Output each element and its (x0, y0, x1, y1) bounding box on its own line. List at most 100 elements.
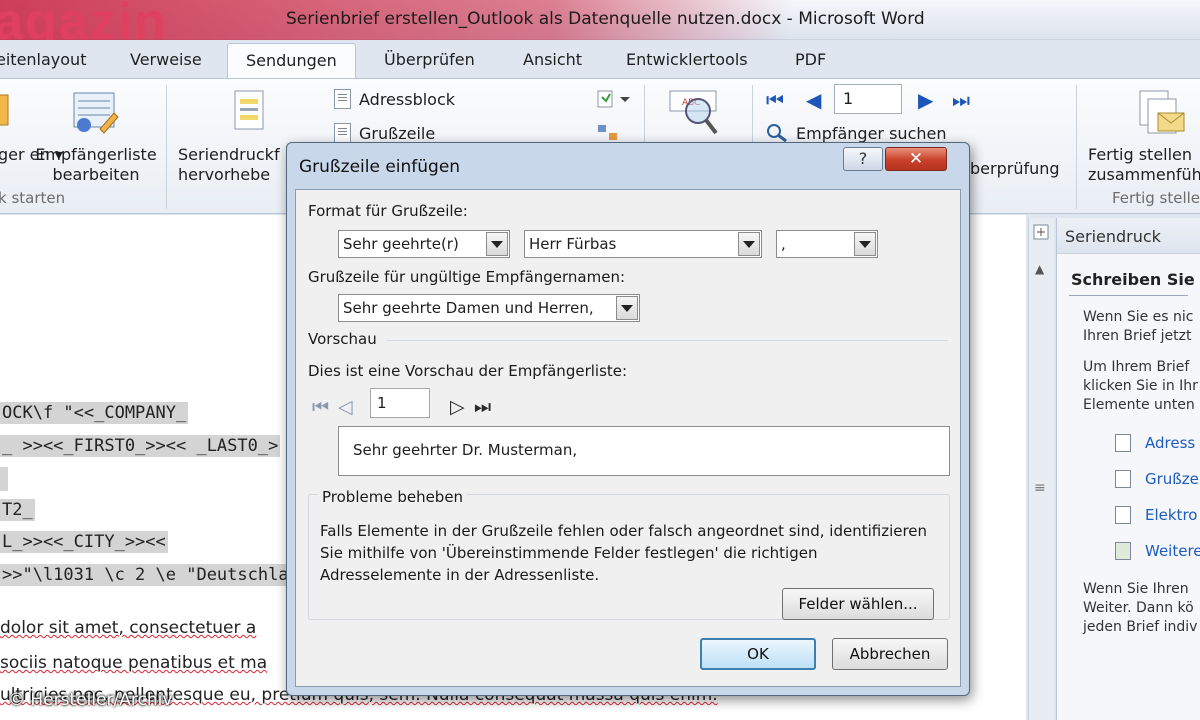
match-fields-button[interactable]: Felder wählen... (782, 588, 934, 620)
tab-entwicklertools[interactable]: Entwicklertools (626, 50, 748, 69)
finish-merge-icon (1139, 90, 1185, 134)
help-button[interactable]: ? (843, 147, 883, 171)
highlight-fields-icon (234, 90, 264, 130)
troubleshooting-heading: Probleme beheben (318, 488, 468, 506)
close-button[interactable]: ✕ (885, 147, 947, 171)
greeting-line-button[interactable]: Grußzeile (334, 123, 435, 143)
first-preview-icon[interactable]: ⏮ (312, 396, 329, 418)
chevron-down-icon[interactable] (616, 296, 638, 320)
name-format-value: Herr Fürbas (529, 235, 617, 253)
first-record-button[interactable]: ⏮ (766, 88, 784, 112)
record-number-input[interactable]: 1 (834, 84, 902, 114)
scroll-up-icon[interactable]: ▲ (1035, 262, 1044, 276)
task-pane-subtitle: Schreiben Sie I (1071, 270, 1200, 289)
task-pane-text: Wenn Sie Ihren (1083, 581, 1189, 597)
preview-results-icon[interactable]: ABC (668, 87, 724, 139)
electronic-postage-icon (1115, 506, 1131, 524)
task-pane-text: Ihren Brief jetzt (1083, 328, 1192, 344)
last-record-button[interactable]: ⏭ (952, 88, 970, 112)
invalid-names-value: Sehr geehrte Damen und Herren, (343, 299, 594, 317)
find-recipient-label: Empfänger suchen (796, 123, 947, 143)
next-record-button[interactable]: ▶ (918, 88, 933, 112)
task-pane-text: jeden Brief indiv (1083, 619, 1198, 635)
salutation-select[interactable]: Sehr geehrte(r) (338, 230, 510, 258)
preview-label: Dies ist eine Vorschau der Empfängerlist… (308, 362, 628, 380)
troubleshooting-text: Falls Elemente in der Grußzeile fehlen o… (320, 522, 928, 584)
insert-greeting-line-dialog: Grußzeile einfügen ? ✕ Format für Grußze… (286, 142, 970, 696)
ok-button[interactable]: OK (700, 638, 816, 670)
tab-ansicht[interactable]: Ansicht (523, 50, 582, 69)
tab-seitenlayout[interactable]: eitenlayout (0, 50, 86, 69)
merge-field-line[interactable]: >>"\l1031 \c 2 \e "Deutschlan (0, 564, 301, 586)
scroll-grip-icon[interactable]: ≡ (1034, 480, 1046, 496)
match-fields-icon[interactable] (596, 123, 620, 143)
task-link-more-items[interactable]: Weitere (1145, 542, 1200, 560)
address-block-icon (334, 89, 351, 109)
group-label-start: k starten (0, 189, 66, 207)
merge-field-line[interactable]: _ >><<_FIRST0_>><< _LAST0_> (0, 435, 281, 457)
previous-preview-icon[interactable]: ◁ (338, 396, 353, 418)
merge-field-line[interactable]: T2_ (0, 499, 35, 521)
edit-recipient-list-button[interactable]: Empfängerliste bearbeiten (34, 145, 158, 185)
tab-ueberpruefen[interactable]: Überprüfen (384, 50, 475, 69)
ribbon-tabs: eitenlayout Verweise Sendungen Überprüfe… (0, 40, 1200, 79)
task-pane-title: Seriendruck (1057, 218, 1200, 254)
find-recipient-button[interactable]: Empfänger suchen (766, 123, 947, 143)
preview-record-input[interactable]: 1 (370, 388, 430, 418)
task-link-greeting-line[interactable]: Grußze (1145, 470, 1199, 488)
image-credit: © Hersteller/Archiv (8, 690, 173, 710)
body-text-line: sociis natoque penatibus et ma (0, 653, 268, 673)
pane-toggle-icon[interactable] (1033, 224, 1051, 242)
ribbon-separator (166, 85, 167, 209)
edit-recipient-list-icon (73, 92, 119, 134)
tab-verweise[interactable]: Verweise (130, 50, 202, 69)
vertical-scrollbar[interactable]: ▲ ≡ (1028, 218, 1054, 720)
punctuation-select[interactable]: , (776, 230, 878, 258)
merge-field-line[interactable]: OCK\f "<<_COMPANY_ (0, 402, 189, 424)
previous-record-button[interactable]: ◀ (806, 88, 821, 112)
task-pane-text: Elemente unten (1083, 397, 1195, 413)
highlight-merge-fields-button[interactable]: Seriendruckf hervorhebe (178, 145, 280, 185)
find-recipient-icon (767, 124, 787, 143)
tab-pdf[interactable]: PDF (795, 50, 826, 69)
punctuation-value: , (781, 235, 786, 253)
dialog-title: Grußzeile einfügen (299, 157, 461, 177)
task-pane-text: Um Ihrem Brief (1083, 359, 1190, 375)
preview-divider (386, 340, 948, 341)
task-link-address-block[interactable]: Adress (1145, 434, 1195, 452)
address-block-icon (1115, 434, 1131, 452)
task-pane-text: klicken Sie in Ihr (1083, 378, 1198, 394)
task-pane-text: Wenn Sie es nic (1083, 309, 1194, 325)
greeting-line-label: Grußzeile (359, 123, 436, 143)
chevron-down-icon[interactable] (486, 232, 508, 256)
next-preview-icon[interactable]: ▷ (450, 396, 465, 418)
more-items-icon (1115, 542, 1131, 560)
address-block-label: Adressblock (359, 89, 456, 109)
tab-sendungen[interactable]: Sendungen (227, 43, 356, 79)
greeting-line-icon (334, 123, 351, 143)
title-bar: agazin Serienbrief erstellen_Outlook als… (0, 0, 1200, 51)
chevron-down-icon[interactable] (738, 232, 760, 256)
preview-box: Sehr geehrter Dr. Musterman, (338, 426, 950, 476)
preview-heading: Vorschau (308, 330, 377, 348)
body-text-line: dolor sit amet, consectetuer a (0, 618, 257, 638)
address-block-button[interactable]: Adressblock (334, 89, 455, 109)
ribbon-separator (1076, 85, 1077, 209)
window-title: Serienbrief erstellen_Outlook als Datenq… (286, 9, 925, 29)
rules-icon[interactable] (596, 89, 632, 111)
dialog-client-area: Format für Grußzeile: Sehr geehrte(r) He… (295, 189, 961, 687)
cancel-button[interactable]: Abbrechen (832, 638, 948, 670)
name-format-select[interactable]: Herr Fürbas (524, 230, 762, 258)
task-pane-divider (1069, 295, 1188, 296)
check-errors-label[interactable]: berprüfung (970, 159, 1060, 179)
last-preview-icon[interactable]: ⏭ (474, 396, 491, 418)
format-label: Format für Grußzeile: (308, 202, 468, 220)
invalid-names-select[interactable]: Sehr geehrte Damen und Herren, (338, 294, 640, 322)
merge-field-line[interactable] (0, 467, 8, 491)
greeting-line-icon (1115, 470, 1131, 488)
salutation-value: Sehr geehrte(r) (343, 235, 459, 253)
merge-field-line[interactable]: L_>><<_CITY_>><< (0, 531, 168, 553)
chevron-down-icon[interactable] (854, 232, 876, 256)
task-link-electronic-postage[interactable]: Elektro (1145, 506, 1197, 524)
finish-and-merge-button[interactable]: Fertig stellen zusammenfüh (1088, 145, 1200, 185)
